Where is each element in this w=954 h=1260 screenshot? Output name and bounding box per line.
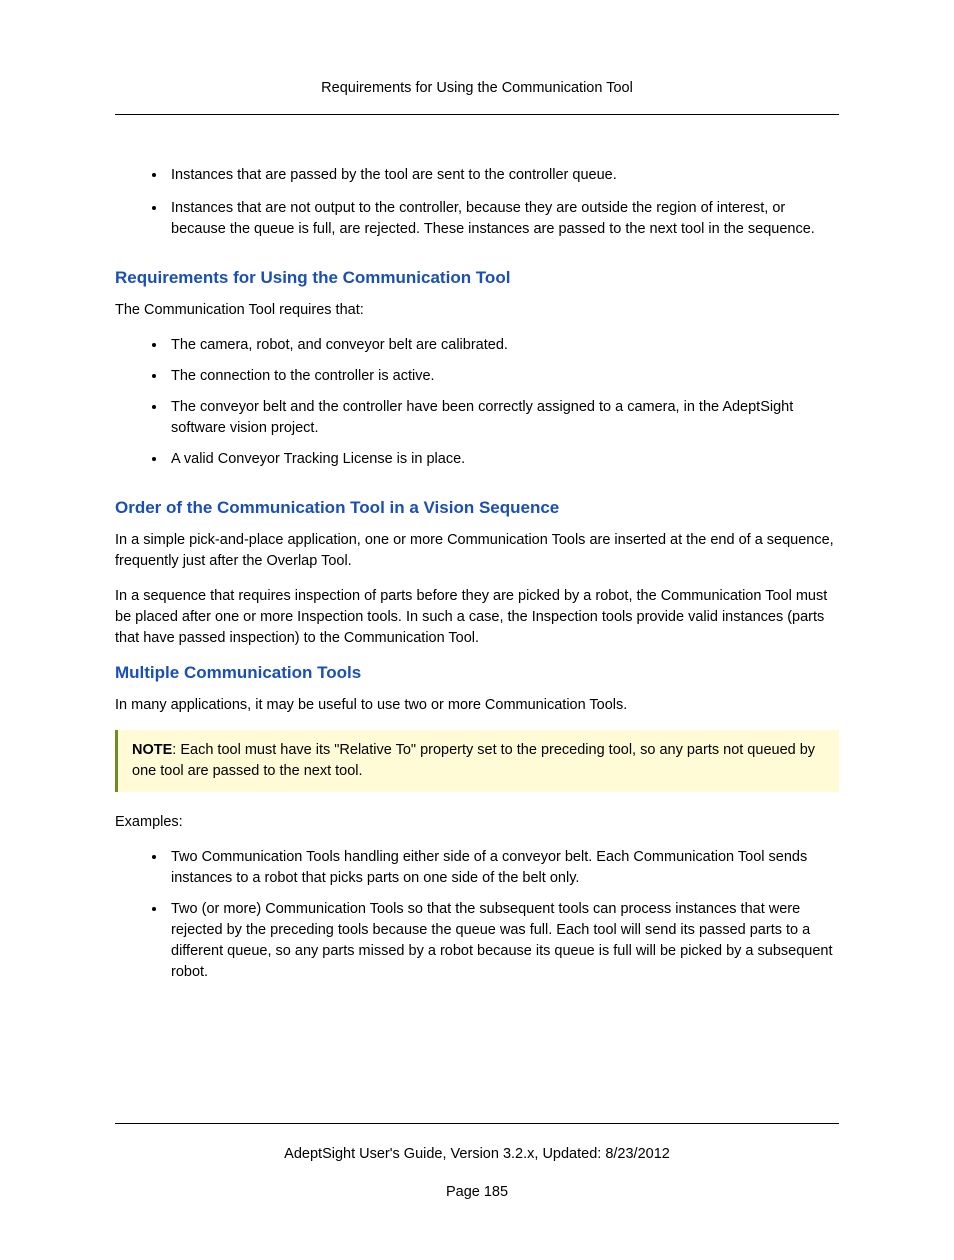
list-item: The connection to the controller is acti… bbox=[167, 366, 839, 387]
requirements-list: The camera, robot, and conveyor belt are… bbox=[115, 335, 839, 470]
list-item: A valid Conveyor Tracking License is in … bbox=[167, 449, 839, 470]
list-item: Instances that are passed by the tool ar… bbox=[167, 165, 839, 186]
multiple-lead: In many applications, it may be useful t… bbox=[115, 695, 839, 716]
section-heading-requirements: Requirements for Using the Communication… bbox=[115, 268, 839, 288]
list-item: The conveyor belt and the controller hav… bbox=[167, 397, 839, 439]
order-paragraph-1: In a simple pick-and-place application, … bbox=[115, 530, 839, 572]
list-item: Two Communication Tools handling either … bbox=[167, 847, 839, 889]
note-box: NOTE: Each tool must have its "Relative … bbox=[115, 730, 839, 792]
note-text: : Each tool must have its "Relative To" … bbox=[132, 742, 815, 779]
examples-label: Examples: bbox=[115, 812, 839, 833]
list-item: Two (or more) Communication Tools so tha… bbox=[167, 899, 839, 983]
footer-guide-line: AdeptSight User's Guide, Version 3.2.x, … bbox=[115, 1146, 839, 1162]
requirements-lead: The Communication Tool requires that: bbox=[115, 300, 839, 321]
footer-page-number: Page 185 bbox=[115, 1184, 839, 1200]
header-rule bbox=[115, 114, 839, 115]
section-heading-order: Order of the Communication Tool in a Vis… bbox=[115, 498, 839, 518]
list-item: Instances that are not output to the con… bbox=[167, 198, 839, 240]
intro-bullet-list: Instances that are passed by the tool ar… bbox=[115, 165, 839, 240]
list-item: The camera, robot, and conveyor belt are… bbox=[167, 335, 839, 356]
section-heading-multiple: Multiple Communication Tools bbox=[115, 663, 839, 683]
document-page: Requirements for Using the Communication… bbox=[0, 0, 954, 1260]
footer-rule bbox=[115, 1123, 839, 1124]
order-paragraph-2: In a sequence that requires inspection o… bbox=[115, 586, 839, 649]
examples-list: Two Communication Tools handling either … bbox=[115, 847, 839, 983]
note-label: NOTE bbox=[132, 742, 172, 758]
page-header-title: Requirements for Using the Communication… bbox=[115, 80, 839, 96]
